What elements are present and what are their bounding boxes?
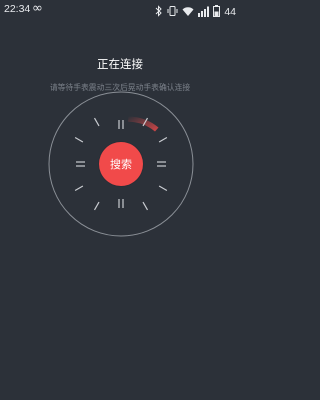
search-button[interactable]: 搜索: [99, 142, 143, 186]
minor-tick: [93, 117, 100, 127]
minor-tick: [74, 136, 84, 143]
minor-tick: [158, 136, 168, 143]
minor-tick: [93, 201, 100, 211]
sweep-arc: [128, 116, 159, 132]
minor-tick: [158, 185, 168, 192]
watch-dial: [48, 91, 194, 237]
minor-tick: [74, 185, 84, 192]
minor-tick: [142, 201, 149, 211]
